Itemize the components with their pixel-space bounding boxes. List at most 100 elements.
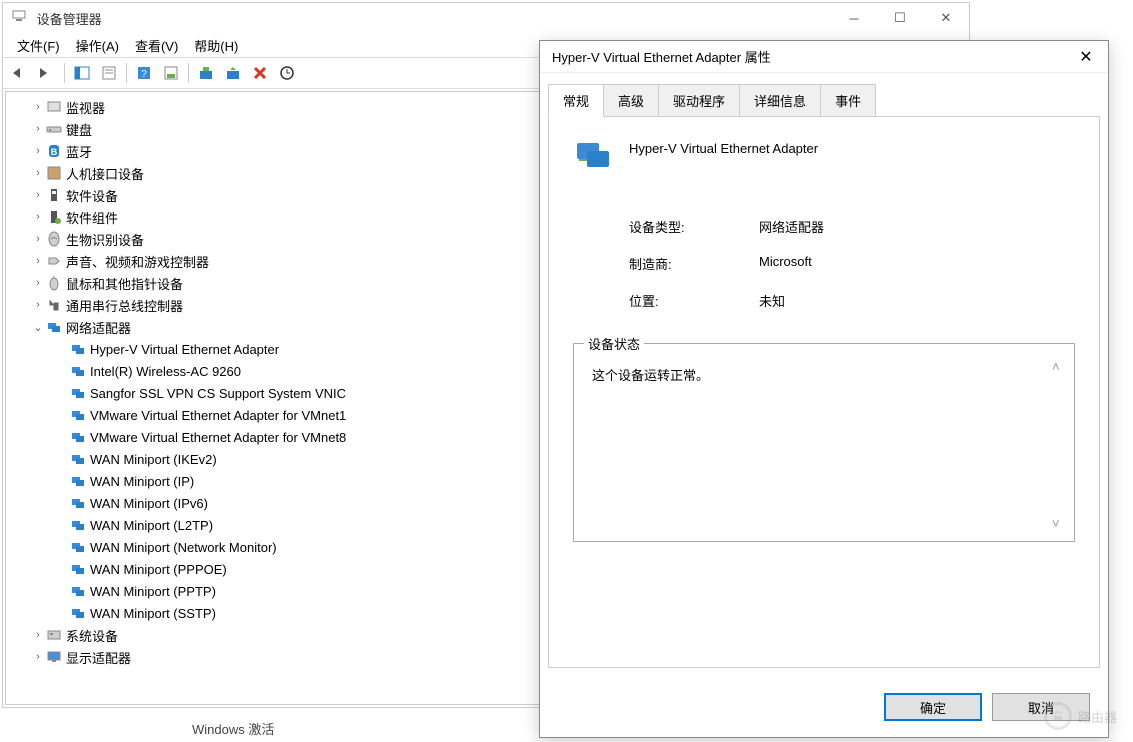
expand-icon[interactable]: › <box>30 629 46 641</box>
tree-item-label: 软件组件 <box>62 208 118 227</box>
collapse-icon[interactable]: ⌄ <box>30 321 46 334</box>
network-adapter-icon <box>70 407 86 423</box>
location-value: 未知 <box>759 291 785 310</box>
tab-advanced[interactable]: 高级 <box>604 84 659 117</box>
tree-item-label: 软件设备 <box>62 186 118 205</box>
category-icon <box>46 627 62 643</box>
menu-help[interactable]: 帮助(H) <box>186 34 246 57</box>
category-icon <box>46 165 62 181</box>
expand-icon[interactable]: › <box>30 299 46 311</box>
tab-events[interactable]: 事件 <box>821 84 876 117</box>
properties-button[interactable] <box>96 60 122 86</box>
expand-icon[interactable]: › <box>30 167 46 179</box>
svg-text:B: B <box>51 147 58 157</box>
menu-file[interactable]: 文件(F) <box>9 34 68 57</box>
category-icon <box>46 121 62 137</box>
device-status-text: 这个设备运转正常。 <box>592 368 709 383</box>
tree-item-label: Sangfor SSL VPN CS Support System VNIC <box>86 386 346 401</box>
tree-item-label: WAN Miniport (PPTP) <box>86 584 216 599</box>
tree-item-label: 声音、视频和游戏控制器 <box>62 252 209 271</box>
expand-icon[interactable]: › <box>30 101 46 113</box>
expand-icon[interactable]: › <box>30 211 46 223</box>
minimize-button[interactable]: ─ <box>831 3 877 33</box>
category-icon <box>46 99 62 115</box>
watermark: 路由器 <box>1044 702 1117 730</box>
uninstall-device-button[interactable] <box>247 60 273 86</box>
category-icon: B <box>46 143 62 159</box>
scroll-down-icon[interactable]: ˅ <box>1052 516 1064 531</box>
tree-item-label: WAN Miniport (SSTP) <box>86 606 216 621</box>
tree-item-label: 生物识别设备 <box>62 230 144 249</box>
manufacturer-value: Microsoft <box>759 254 812 273</box>
tree-item-label: 蓝牙 <box>62 142 92 161</box>
device-type-label: 设备类型: <box>629 217 759 236</box>
maximize-button[interactable]: ☐ <box>877 3 923 33</box>
tab-details[interactable]: 详细信息 <box>740 84 821 117</box>
tree-item-label: 系统设备 <box>62 626 118 645</box>
tree-item-label: Hyper-V Virtual Ethernet Adapter <box>86 342 279 357</box>
network-adapter-icon <box>70 561 86 577</box>
update-driver-button[interactable] <box>193 60 219 86</box>
close-button[interactable]: ✕ <box>923 3 969 33</box>
status-scrollbar[interactable]: ˄ ˅ <box>1052 359 1064 531</box>
category-icon <box>46 275 62 291</box>
tree-item-label: 键盘 <box>62 120 92 139</box>
show-hide-console-tree-button[interactable] <box>69 60 95 86</box>
forward-button[interactable] <box>34 60 60 86</box>
svg-text:?: ? <box>141 69 147 80</box>
ok-button[interactable]: 确定 <box>884 693 982 721</box>
expand-icon[interactable]: › <box>30 189 46 201</box>
network-category-icon <box>46 319 62 335</box>
props-tabs: 常规 高级 驱动程序 详细信息 事件 <box>540 73 1108 116</box>
props-close-button[interactable]: ✕ <box>1064 41 1108 73</box>
expand-icon[interactable]: › <box>30 651 46 663</box>
tab-general[interactable]: 常规 <box>548 84 604 117</box>
scan-hardware-button[interactable] <box>274 60 300 86</box>
back-button[interactable] <box>7 60 33 86</box>
expand-icon[interactable]: › <box>30 145 46 157</box>
tree-item-label: WAN Miniport (IPv6) <box>86 496 208 511</box>
category-icon <box>46 209 62 225</box>
tab-driver[interactable]: 驱动程序 <box>659 84 740 117</box>
enable-device-button[interactable] <box>220 60 246 86</box>
tree-item-label: VMware Virtual Ethernet Adapter for VMne… <box>86 408 346 423</box>
tree-item-label: WAN Miniport (IP) <box>86 474 194 489</box>
help-button[interactable]: ? <box>131 60 157 86</box>
props-titlebar[interactable]: Hyper-V Virtual Ethernet Adapter 属性 ✕ <box>540 41 1108 73</box>
tree-item-label: WAN Miniport (L2TP) <box>86 518 213 533</box>
status-group-label: 设备状态 <box>584 334 644 353</box>
tab-panel-general: Hyper-V Virtual Ethernet Adapter 设备类型: 网… <box>548 116 1100 668</box>
tree-item-label: 显示适配器 <box>62 648 131 667</box>
expand-icon[interactable]: › <box>30 123 46 135</box>
network-adapter-icon <box>70 605 86 621</box>
menu-view[interactable]: 查看(V) <box>127 34 186 57</box>
category-icon <box>46 649 62 665</box>
network-adapter-icon <box>70 341 86 357</box>
dm-titlebar[interactable]: 设备管理器 ─ ☐ ✕ <box>3 3 969 33</box>
device-manager-icon <box>11 12 31 27</box>
manufacturer-label: 制造商: <box>629 254 759 273</box>
windows-activation-text: Windows 激活 <box>192 719 274 738</box>
scroll-up-icon[interactable]: ˄ <box>1052 359 1064 374</box>
action-button[interactable] <box>158 60 184 86</box>
expand-icon[interactable]: › <box>30 233 46 245</box>
network-adapter-icon <box>70 429 86 445</box>
tree-item-label: 通用串行总线控制器 <box>62 296 183 315</box>
network-adapter-icon <box>70 363 86 379</box>
tree-item-label: Intel(R) Wireless-AC 9260 <box>86 364 241 379</box>
network-adapter-icon <box>70 473 86 489</box>
tree-item-label: WAN Miniport (PPPOE) <box>86 562 227 577</box>
tree-item-label: 鼠标和其他指针设备 <box>62 274 183 293</box>
watermark-text: 路由器 <box>1078 707 1117 726</box>
network-adapter-icon <box>70 495 86 511</box>
category-icon <box>46 231 62 247</box>
network-adapter-icon <box>70 539 86 555</box>
expand-icon[interactable]: › <box>30 255 46 267</box>
device-status-box[interactable]: 这个设备运转正常。 ˄ ˅ <box>582 357 1066 533</box>
network-adapter-icon <box>70 583 86 599</box>
menu-action[interactable]: 操作(A) <box>68 34 127 57</box>
router-watermark-icon <box>1044 702 1072 730</box>
category-icon <box>46 297 62 313</box>
tree-item-label: VMware Virtual Ethernet Adapter for VMne… <box>86 430 346 445</box>
expand-icon[interactable]: › <box>30 277 46 289</box>
